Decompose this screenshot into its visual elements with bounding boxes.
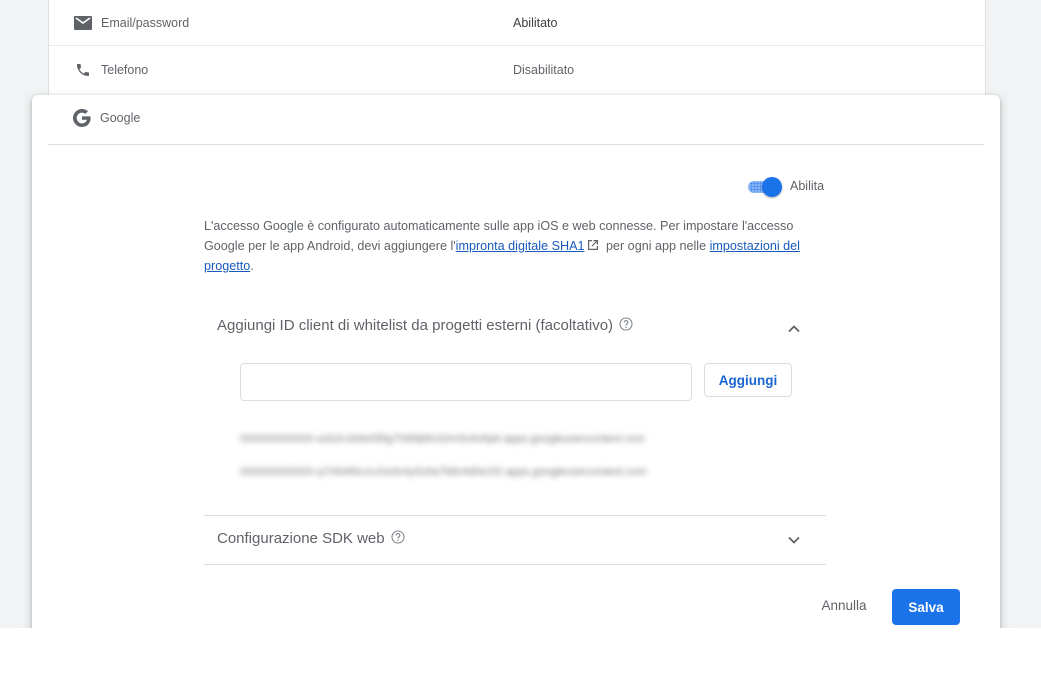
provider-name: Google [100, 111, 141, 125]
toggle-thumb [762, 177, 782, 197]
chevron-up-icon[interactable] [786, 321, 802, 337]
google-description: L'accesso Google è configurato automatic… [204, 216, 834, 276]
mail-icon [73, 13, 93, 33]
description-text: per ogni app nelle [602, 239, 710, 253]
whitelist-accordion-header[interactable]: Aggiungi ID client di whitelist da proge… [204, 303, 826, 359]
web-sdk-title-text: Configurazione SDK web [217, 530, 385, 547]
client-id-input[interactable] [240, 363, 692, 401]
external-link-icon [587, 237, 599, 250]
whitelist-accordion-title: Aggiungi ID client di whitelist da proge… [217, 317, 633, 334]
page-footer-area [0, 628, 1041, 677]
toggle-label: Abilita [790, 179, 825, 193]
provider-row-email[interactable]: Email/password Abilitato [49, 0, 985, 46]
phone-icon [73, 60, 93, 80]
help-icon[interactable] [391, 530, 405, 544]
enable-toggle[interactable]: Abilita [746, 176, 866, 198]
description-text: . [250, 259, 254, 273]
provider-list: Email/password Abilitato Telefono Disabi… [48, 0, 986, 110]
save-button[interactable]: Salva [892, 589, 960, 625]
provider-row-phone[interactable]: Telefono Disabilitato [49, 46, 985, 94]
provider-name: Telefono [101, 63, 149, 77]
provider-status: Abilitato [513, 15, 558, 30]
google-panel-header[interactable]: Google [48, 95, 984, 145]
help-icon[interactable] [619, 317, 633, 331]
web-sdk-accordion-header[interactable]: Configurazione SDK web [204, 515, 826, 565]
cancel-button[interactable]: Annulla [808, 593, 880, 617]
sha1-fingerprint-link[interactable]: impronta digitale SHA1 [456, 239, 585, 253]
web-sdk-accordion-title: Configurazione SDK web [217, 530, 405, 547]
whitelist-entry: 000000000000-q7r8s9t0u1v2w3x4y5z6a7b8c9d… [240, 466, 647, 478]
add-client-id-button[interactable]: Aggiungi [704, 363, 792, 397]
chevron-down-icon[interactable] [786, 532, 802, 548]
google-icon [72, 108, 92, 128]
whitelist-entry: 000000000000-a1b2c3d4e5f6g7h8i9j0k1l2m3n… [240, 433, 645, 445]
provider-name: Email/password [101, 15, 190, 30]
whitelist-title-text: Aggiungi ID client di whitelist da proge… [217, 317, 614, 334]
google-provider-panel: Google Abilita L'accesso Google è config… [32, 95, 1000, 635]
provider-status: Disabilitato [513, 63, 575, 77]
